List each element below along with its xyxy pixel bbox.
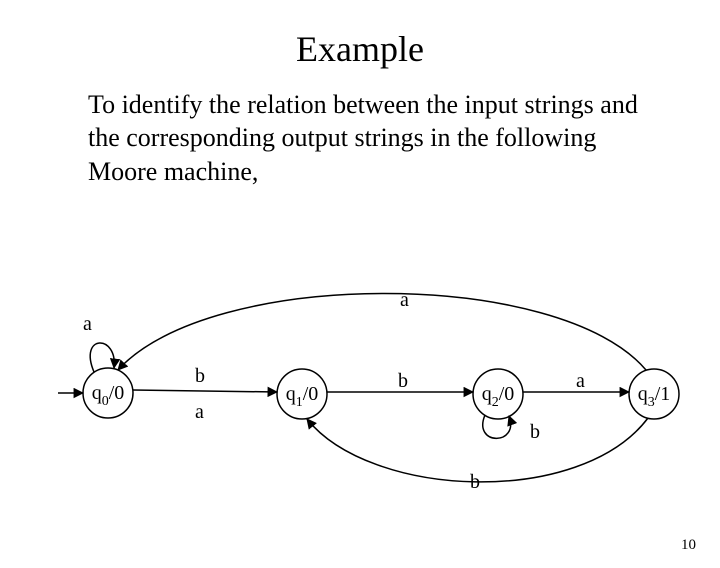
svg-text:q2/0: q2/0 <box>482 383 515 410</box>
label-q0-q1-b: b <box>195 365 205 387</box>
state-q3: q3/1 <box>629 369 679 419</box>
slide-paragraph: To identify the relation between the inp… <box>88 88 660 188</box>
label-q1-q2-b: b <box>398 370 408 392</box>
edge-q0-q1 <box>133 390 277 392</box>
state-q1: q1/0 <box>277 369 327 419</box>
svg-text:q3/1: q3/1 <box>638 383 671 410</box>
svg-text:q1/0: q1/0 <box>286 383 319 410</box>
state-q0: q0/0 <box>83 368 133 418</box>
q1-q: q <box>286 383 296 405</box>
q2-out: /0 <box>499 383 515 405</box>
slide-title: Example <box>0 28 720 70</box>
svg-text:q0/0: q0/0 <box>92 382 125 409</box>
q0-out: /0 <box>109 382 125 404</box>
q3-q: q <box>638 383 648 405</box>
label-q2-loop-b: b <box>530 421 540 443</box>
q1-out: /0 <box>303 383 319 405</box>
state-q2: q2/0 <box>473 369 523 419</box>
moore-machine-diagram: q0/0 q1/0 q2/0 q3/1 a b a b a a b <box>0 288 720 528</box>
edge-q3-q0-a <box>118 294 646 371</box>
q3-out: /1 <box>655 383 671 405</box>
q3-sub: 3 <box>648 395 655 410</box>
label-q3-q1-b: b <box>470 471 480 493</box>
label-q2-q3-a: a <box>576 370 585 392</box>
label-q3-q0-a: a <box>400 289 409 311</box>
label-q0-q1-a: a <box>195 401 204 423</box>
q2-q: q <box>482 383 492 405</box>
label-q0-loop-a: a <box>83 313 92 335</box>
q0-q: q <box>92 382 102 404</box>
q1-sub: 1 <box>296 395 303 410</box>
q0-sub: 0 <box>102 394 109 409</box>
q2-sub: 2 <box>492 395 499 410</box>
